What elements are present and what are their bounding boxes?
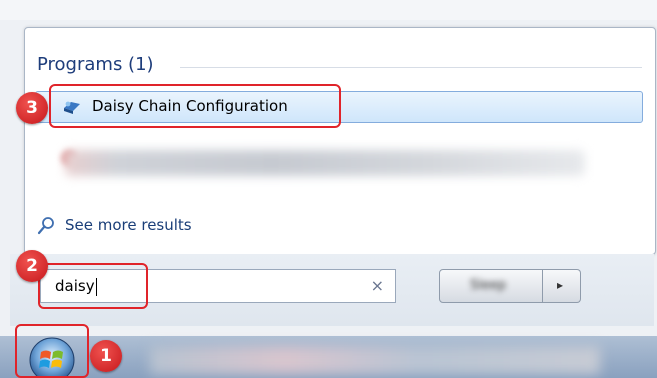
shutdown-button[interactable]: Sleep [439,269,543,303]
section-divider [180,67,642,68]
annotation-badge-2: 2 [16,250,48,282]
programs-section-header: Programs (1) [37,54,154,75]
annotation-box-program [49,84,341,128]
blurred-result-item [65,150,585,176]
start-menu-results-panel: Programs (1) Daisy Chain Configuration S… [24,27,656,255]
clear-search-icon[interactable]: × [371,276,384,295]
annotation-badge-3: 3 [16,92,48,124]
magnifier-icon [37,217,54,235]
see-more-results-label: See more results [65,216,192,234]
shutdown-options-button[interactable]: ▸ [543,269,581,303]
desktop-background [0,0,657,20]
annotation-box-search [38,263,148,309]
chevron-right-icon: ▸ [557,278,564,292]
annotation-box-start [15,324,89,378]
shutdown-button-label: Sleep [470,278,507,293]
blurred-taskbar-items [150,346,600,374]
annotation-badge-1: 1 [90,340,122,372]
